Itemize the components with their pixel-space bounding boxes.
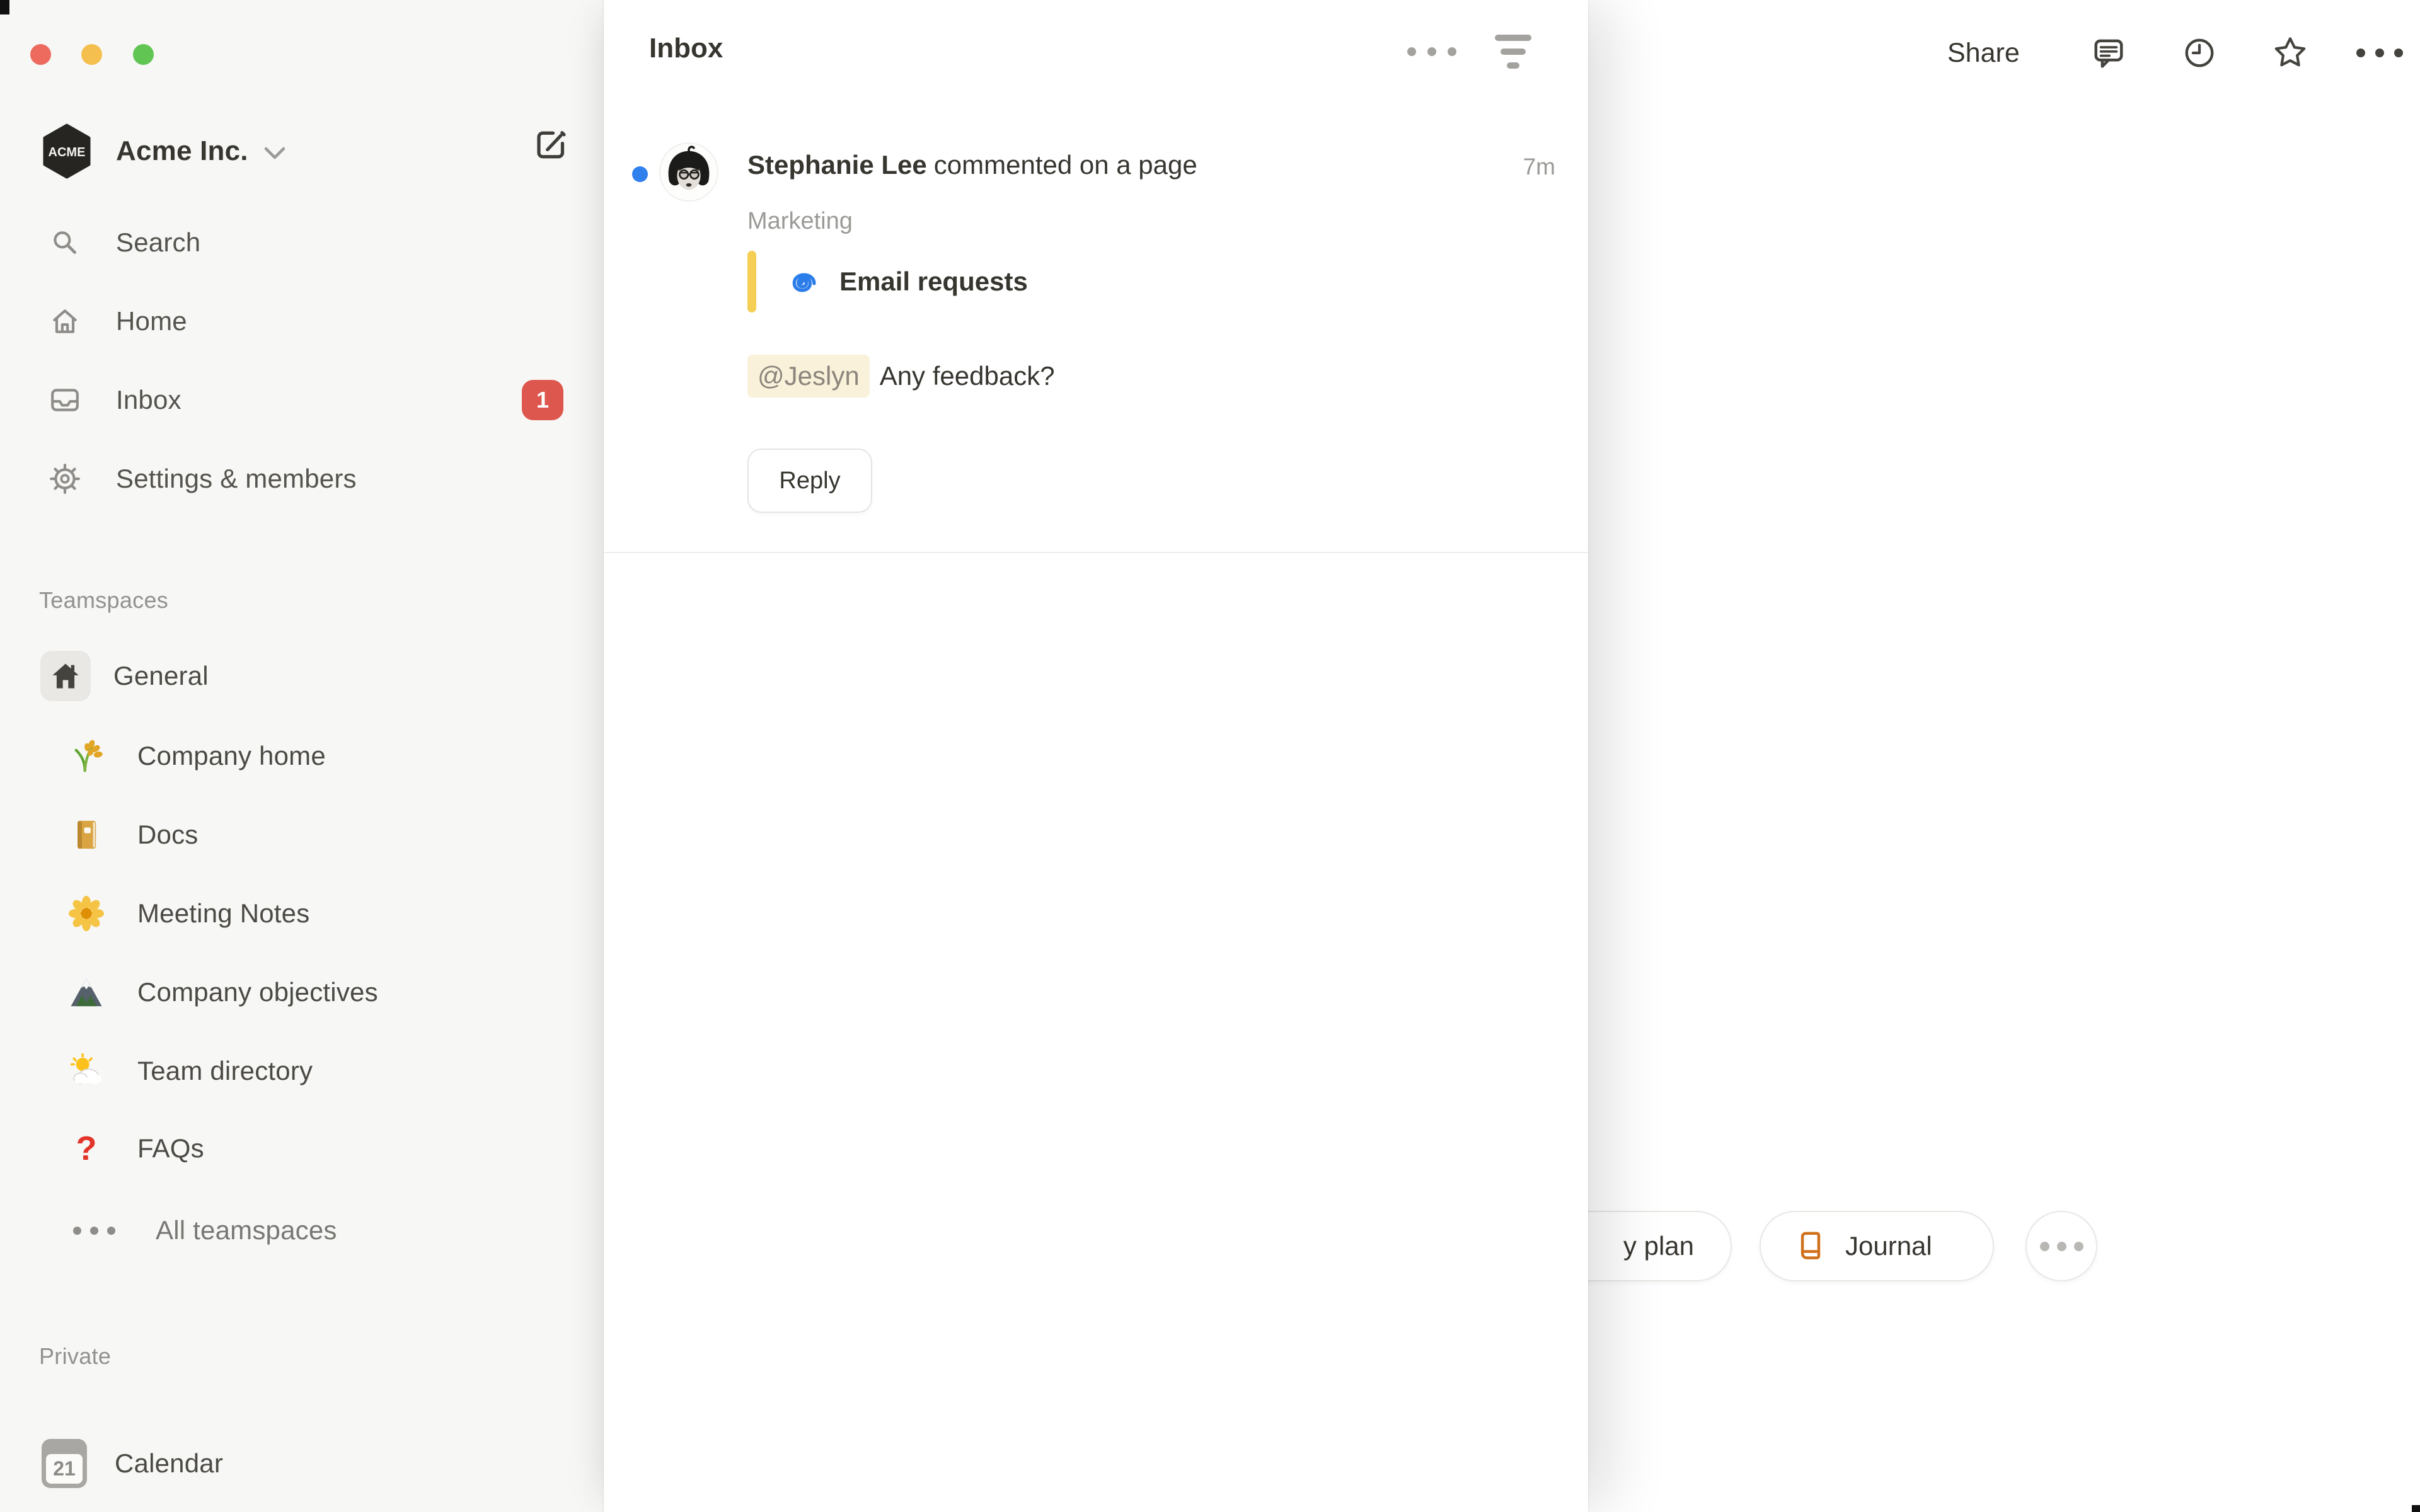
search-icon bbox=[49, 227, 81, 258]
cyclone-icon bbox=[784, 264, 819, 299]
zoom-window-button[interactable] bbox=[133, 44, 154, 65]
journal-book-icon bbox=[1794, 1229, 1828, 1263]
teamspace-label: FAQs bbox=[137, 1133, 204, 1164]
comments-button[interactable] bbox=[2091, 35, 2126, 71]
reply-button[interactable]: Reply bbox=[747, 449, 872, 513]
sidebar-item-inbox[interactable]: Inbox 1 bbox=[19, 367, 585, 433]
sidebar-item-search[interactable]: Search bbox=[19, 210, 585, 275]
svg-text:ACME: ACME bbox=[49, 146, 86, 159]
minimize-window-button[interactable] bbox=[81, 44, 102, 65]
all-teamspaces-label: All teamspaces bbox=[156, 1215, 337, 1246]
mention[interactable]: @Jeslyn bbox=[747, 355, 870, 398]
more-button[interactable] bbox=[2362, 35, 2397, 71]
home-icon bbox=[49, 306, 81, 337]
favorite-button[interactable] bbox=[2273, 35, 2308, 71]
more-icon bbox=[2356, 49, 2403, 57]
sidebar-item-general[interactable]: General bbox=[19, 643, 585, 709]
sidebar-item-calendar[interactable]: 21 Calendar bbox=[19, 1431, 585, 1496]
close-window-button[interactable] bbox=[30, 44, 51, 65]
sidebar-item-all-teamspaces[interactable]: All teamspaces bbox=[19, 1198, 585, 1263]
avatar bbox=[659, 142, 718, 202]
teamspace-label: Docs bbox=[137, 820, 199, 850]
inbox-popover: Inbox Stephanie Leecomme bbox=[604, 0, 1588, 1512]
more-icon bbox=[1407, 47, 1456, 56]
comment-text: @Jeslyn Any feedback? bbox=[747, 348, 1055, 404]
sidebar-item-home[interactable]: Home bbox=[19, 289, 585, 354]
inbox-icon bbox=[49, 384, 81, 416]
updates-button[interactable] bbox=[2182, 35, 2217, 71]
sidebar-item-team-directory[interactable]: Team directory bbox=[19, 1038, 585, 1104]
teamspace-label: Company objectives bbox=[137, 977, 378, 1007]
workspace-name: Acme Inc. bbox=[116, 135, 248, 167]
house-icon bbox=[40, 651, 91, 701]
screen-artifact bbox=[0, 0, 9, 14]
mountain-icon bbox=[68, 974, 105, 1011]
share-button[interactable]: Share bbox=[1947, 38, 2020, 69]
teamspace-label: Team directory bbox=[137, 1056, 313, 1086]
gear-icon bbox=[49, 463, 81, 495]
notebook-icon bbox=[68, 816, 105, 853]
private-item-label: Calendar bbox=[115, 1448, 223, 1479]
more-tabs-button[interactable] bbox=[2025, 1211, 2097, 1281]
ellipsis-icon bbox=[73, 1227, 115, 1235]
sidebar-item-company-home[interactable]: Company home bbox=[19, 723, 585, 789]
sun-behind-cloud-icon bbox=[68, 1053, 105, 1089]
acme-logo-icon: ACME bbox=[40, 123, 93, 179]
sheaf-of-rice-icon bbox=[68, 738, 105, 774]
teamspace-label: General bbox=[113, 661, 209, 691]
teamspace-label: Company home bbox=[137, 741, 326, 771]
inbox-title: Inbox bbox=[649, 33, 723, 64]
notion-window: ACME Acme Inc. Search Home bbox=[0, 0, 2420, 1512]
tab-label: Journal bbox=[1845, 1231, 1932, 1261]
sidebar: ACME Acme Inc. Search Home bbox=[0, 0, 604, 1512]
sidebar-item-company-objectives[interactable]: Company objectives bbox=[19, 959, 585, 1025]
new-page-button[interactable] bbox=[533, 126, 570, 164]
teamspace-label: Meeting Notes bbox=[137, 898, 309, 929]
inbox-unread-badge: 1 bbox=[522, 380, 563, 420]
quote-bar bbox=[747, 251, 756, 312]
teamspaces-section-label: Teamspaces bbox=[39, 583, 168, 617]
sidebar-item-faqs[interactable]: ? FAQs bbox=[19, 1116, 585, 1181]
notification-time: 7m bbox=[1523, 154, 1555, 180]
star-icon bbox=[2273, 35, 2308, 71]
question-mark-icon: ? bbox=[68, 1130, 105, 1167]
page-title: Email requests bbox=[839, 266, 1028, 297]
chevron-down-icon bbox=[262, 146, 287, 162]
sidebar-item-label: Home bbox=[116, 306, 187, 336]
sidebar-item-label: Search bbox=[116, 227, 200, 258]
screen-artifact bbox=[2412, 1505, 2420, 1512]
clock-icon bbox=[2182, 36, 2216, 70]
notification-breadcrumb: Marketing bbox=[747, 208, 853, 235]
inbox-more-button[interactable] bbox=[1412, 35, 1452, 68]
page-reference[interactable]: Email requests bbox=[747, 249, 1028, 314]
private-section-label: Private bbox=[39, 1339, 111, 1373]
sidebar-item-label: Inbox bbox=[116, 385, 182, 415]
inbox-filter-button[interactable] bbox=[1491, 29, 1535, 74]
divider bbox=[604, 552, 1588, 553]
sidebar-item-label: Settings & members bbox=[116, 464, 357, 494]
sidebar-item-meeting-notes[interactable]: Meeting Notes bbox=[19, 881, 585, 946]
workspace-switcher[interactable]: ACME Acme Inc. bbox=[19, 120, 573, 183]
calendar-icon: 21 bbox=[42, 1439, 87, 1488]
blossom-icon bbox=[68, 895, 105, 932]
tab-label: y plan bbox=[1623, 1231, 1694, 1261]
sidebar-item-docs[interactable]: Docs bbox=[19, 802, 585, 868]
author-name: Stephanie Lee bbox=[747, 150, 927, 180]
more-icon bbox=[2040, 1242, 2083, 1251]
tab-journal[interactable]: Journal bbox=[1760, 1211, 1994, 1281]
sidebar-item-settings[interactable]: Settings & members bbox=[19, 446, 585, 512]
filter-icon bbox=[1495, 35, 1531, 69]
notification-title: Stephanie Leecommented on a page bbox=[747, 150, 1197, 180]
comment-icon bbox=[2092, 36, 2126, 70]
unread-dot bbox=[632, 166, 648, 182]
